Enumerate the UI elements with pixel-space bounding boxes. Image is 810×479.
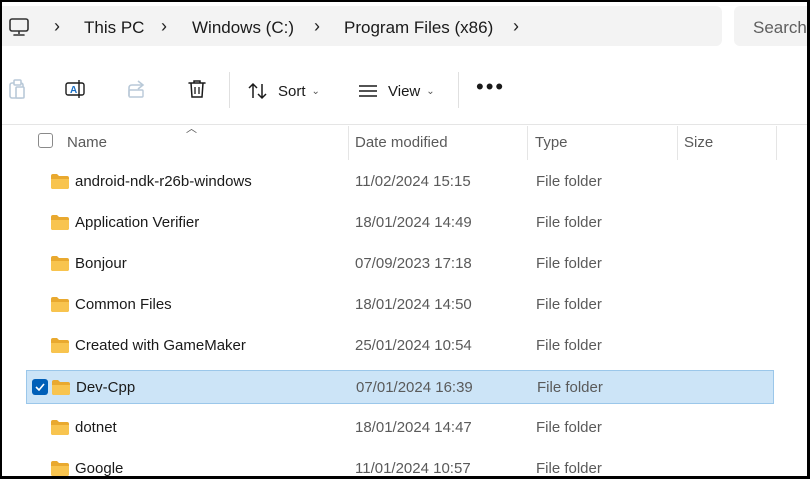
breadcrumb[interactable]: › This PC › Windows (C:) › Program Files… [2, 6, 722, 46]
chevron-right-icon[interactable]: › [54, 16, 60, 37]
date-modified: 11/02/2024 15:15 [355, 173, 471, 190]
breadcrumb-item-this-pc[interactable]: This PC [84, 18, 144, 38]
checkmark-icon [35, 383, 45, 391]
sort-icon [248, 82, 267, 100]
svg-text:A: A [70, 85, 77, 96]
file-name[interactable]: Created with GameMaker [75, 337, 246, 354]
chevron-down-icon: ⌄ [426, 85, 435, 97]
file-row[interactable]: Dev-Cpp 07/01/2024 16:39 File folder [26, 370, 774, 404]
file-explorer-window: › This PC › Windows (C:) › Program Files… [2, 2, 807, 476]
breadcrumb-item-drive[interactable]: Windows (C:) [192, 18, 294, 38]
folder-icon [51, 174, 69, 189]
file-row[interactable]: Google 11/01/2024 10:57 File folder [26, 452, 774, 476]
breadcrumb-item-folder[interactable]: Program Files (x86) [344, 18, 493, 38]
date-modified: 18/01/2024 14:50 [355, 296, 472, 313]
chevron-down-icon: ⌄ [311, 85, 320, 97]
file-type: File folder [536, 255, 602, 272]
file-type: File folder [537, 379, 603, 396]
toolbar-divider [229, 72, 230, 108]
file-name[interactable]: dotnet [75, 419, 117, 436]
file-type: File folder [536, 214, 602, 231]
folder-icon [51, 215, 69, 230]
file-row[interactable]: Application Verifier 18/01/2024 14:49 File… [26, 206, 774, 240]
date-modified: 18/01/2024 14:47 [355, 419, 472, 436]
folder-icon [51, 297, 69, 312]
column-header-type[interactable]: Type [528, 126, 677, 160]
chevron-right-icon[interactable]: › [513, 16, 519, 37]
sort-label: Sort [278, 82, 306, 100]
column-header-date-label: Date modified [355, 134, 448, 151]
file-name[interactable]: Google [75, 460, 123, 476]
file-name[interactable]: Common Files [75, 296, 172, 313]
folder-icon [52, 380, 70, 395]
this-pc-icon[interactable] [8, 17, 30, 37]
chevron-right-icon[interactable]: › [161, 16, 167, 37]
file-name[interactable]: Application Verifier [75, 214, 199, 231]
column-header-name[interactable]: Name [2, 126, 348, 160]
file-type: File folder [536, 337, 602, 354]
column-header-size-label: Size [684, 134, 714, 151]
column-header-type-label: Type [535, 134, 568, 151]
address-bar: › This PC › Windows (C:) › Program Files… [2, 2, 807, 48]
file-row[interactable]: Common Files 18/01/2024 14:50 File folder [26, 288, 774, 322]
view-button[interactable]: View ⌄ [357, 75, 435, 107]
file-type: File folder [536, 460, 602, 476]
view-label: View [388, 82, 421, 100]
file-row[interactable]: Created with GameMaker 25/01/2024 10:54 Fi… [26, 329, 774, 363]
share-icon[interactable] [126, 78, 148, 100]
date-modified: 07/01/2024 16:39 [356, 379, 473, 396]
more-options-button[interactable]: ••• [476, 76, 505, 98]
rename-icon[interactable]: A [64, 78, 86, 100]
folder-icon [51, 461, 69, 476]
chevron-right-icon[interactable]: › [314, 16, 320, 37]
file-row[interactable]: android-ndk-r26b-windows 11/02/2024 15:15… [26, 165, 774, 199]
file-type: File folder [536, 296, 602, 313]
file-name[interactable]: android-ndk-r26b-windows [75, 173, 252, 190]
date-modified: 25/01/2024 10:54 [355, 337, 472, 354]
date-modified: 11/01/2024 10:57 [355, 460, 471, 476]
toolbar-divider [458, 72, 459, 108]
row-checkbox-checked[interactable] [32, 379, 48, 395]
date-modified: 18/01/2024 14:49 [355, 214, 472, 231]
file-name[interactable]: Bonjour [75, 255, 127, 272]
sort-button[interactable]: Sort ⌄ [247, 75, 320, 107]
file-type: File folder [536, 419, 602, 436]
view-icon [359, 85, 377, 97]
column-divider[interactable] [776, 126, 777, 160]
search-placeholder: Search [753, 18, 807, 37]
date-modified: 07/09/2023 17:18 [355, 255, 472, 272]
file-name[interactable]: Dev-Cpp [76, 379, 135, 396]
folder-icon [51, 256, 69, 271]
column-header-date[interactable]: Date modified [349, 126, 527, 160]
delete-icon[interactable] [186, 78, 208, 100]
command-bar: A Sort ⌄ View ⌄ ••• [2, 54, 807, 124]
file-row[interactable]: dotnet 18/01/2024 14:47 File folder [26, 411, 774, 445]
folder-icon [51, 338, 69, 353]
column-header-name-label: Name [67, 134, 108, 151]
paste-icon[interactable] [6, 78, 28, 100]
header-separator [2, 124, 807, 125]
file-type: File folder [536, 173, 602, 190]
folder-icon [51, 420, 69, 435]
search-input[interactable]: Search [734, 6, 807, 46]
file-row[interactable]: Bonjour 07/09/2023 17:18 File folder [26, 247, 774, 281]
column-header-size[interactable]: Size [678, 126, 776, 160]
